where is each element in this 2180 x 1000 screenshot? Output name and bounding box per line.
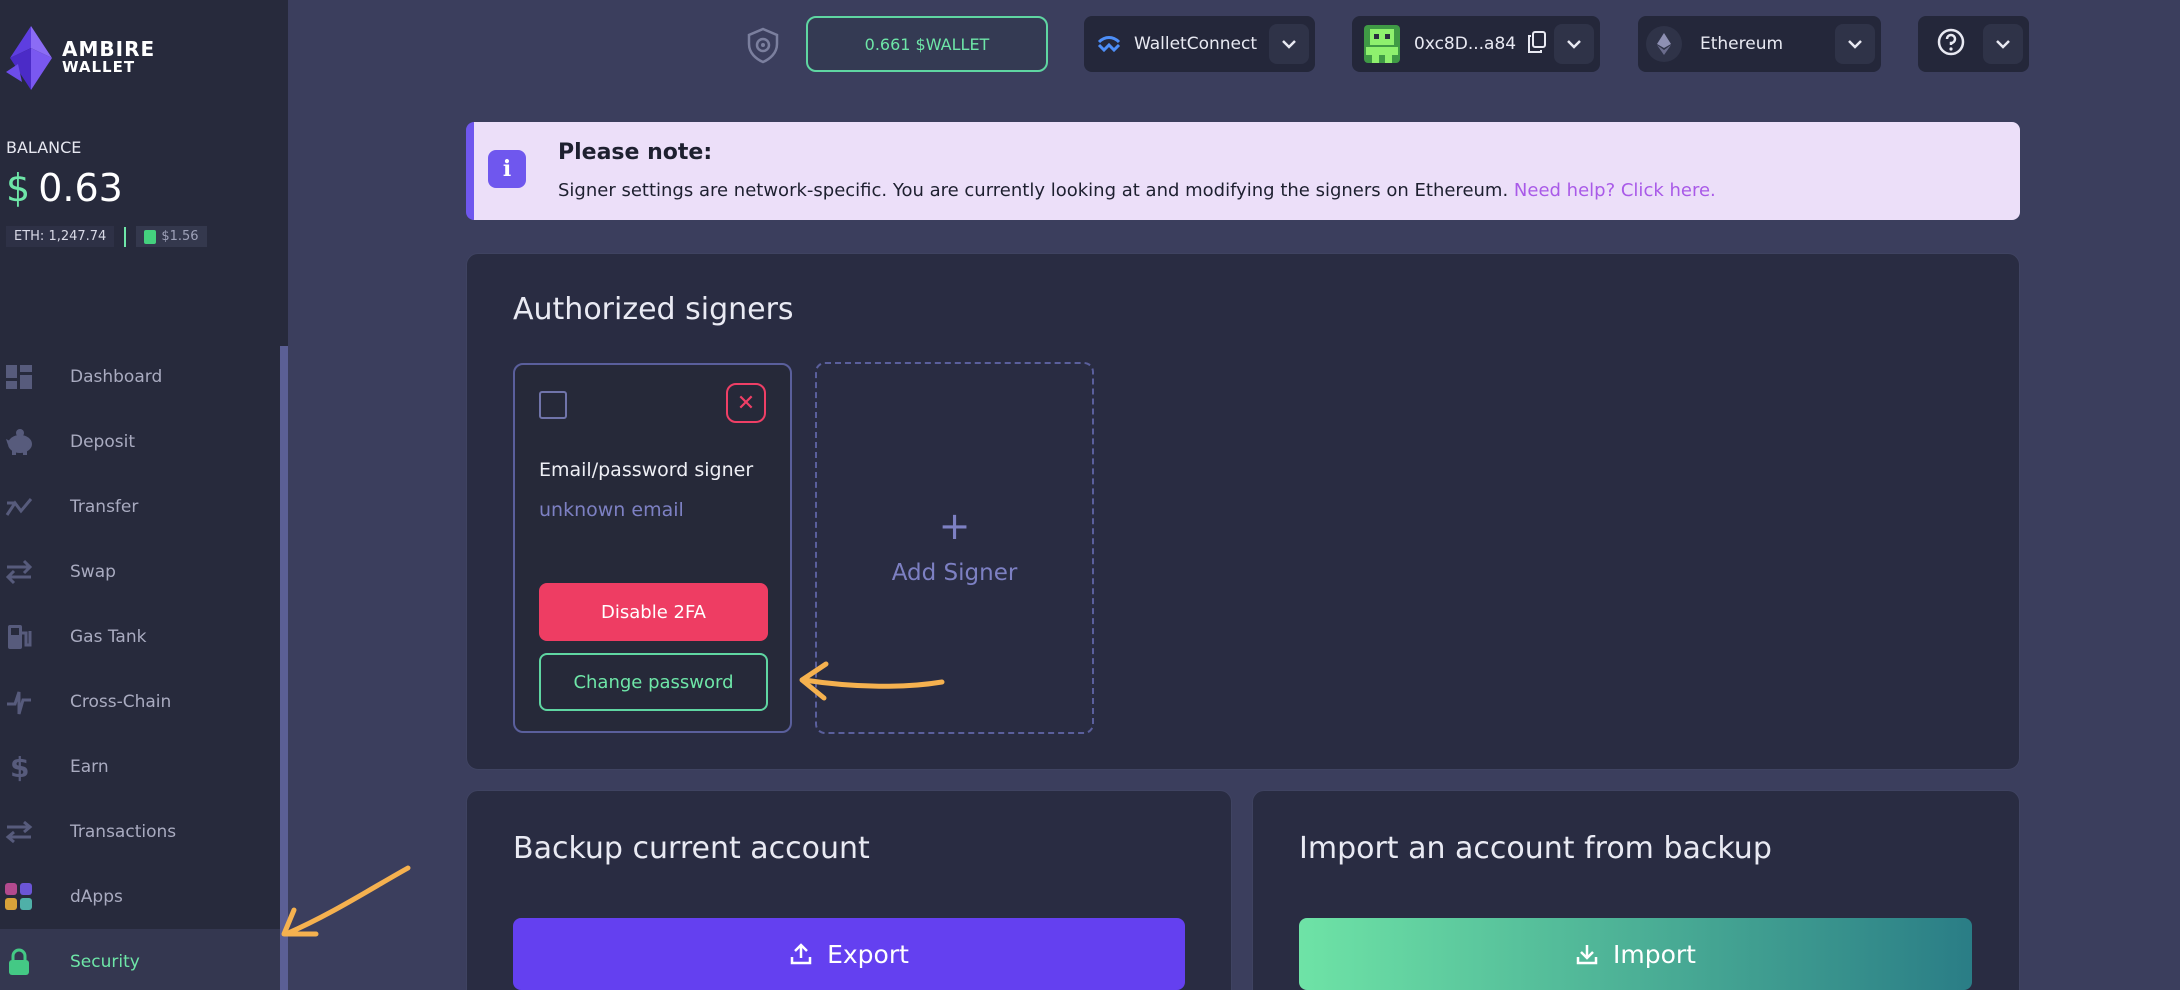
import-title: Import an account from backup [1299,831,1772,866]
sidebar-item-dapps[interactable]: dApps [0,864,280,929]
sidebar-item-label: Swap [70,561,116,582]
change-password-button[interactable]: Change password [539,653,768,711]
sidebar-item-label: Deposit [70,431,135,452]
sidebar-item-label: Security [70,951,140,972]
logo-wordmark: AMBIRE WALLET [62,37,156,76]
wallet-token-button[interactable]: 0.661 $WALLET [806,16,1048,72]
sidebar-item-transactions[interactable]: Transactions [0,799,280,864]
eth-balance-chip[interactable]: ETH: 1,247.74 [6,226,115,247]
chevron-down-icon[interactable] [1835,24,1875,64]
balance-label: BALANCE [6,138,82,157]
ethereum-icon [1646,26,1682,62]
piggy-bank-icon [4,427,34,457]
sidebar-item-label: Transfer [70,496,139,517]
signer-card: ✕ Email/password signer unknown email Di… [513,363,792,733]
download-icon [1576,945,1598,965]
chevron-down-icon[interactable] [1983,24,2023,64]
chevron-down-icon[interactable] [1554,24,1594,64]
gas-pump-icon [4,622,34,652]
help-circle-icon[interactable] [1936,27,1966,62]
apps-grid-icon [4,882,34,912]
backup-title: Backup current account [513,831,870,866]
chip-divider [124,226,127,247]
network-notice-banner: i Please note: Signer settings are netwo… [466,122,2020,220]
disable-2fa-button[interactable]: Disable 2FA [539,583,768,641]
export-button[interactable]: Export [513,918,1185,990]
balance-chips: ETH: 1,247.74 $1.56 [6,226,207,247]
sidebar-item-label: Transactions [70,821,177,842]
notice-text: Signer settings are network-specific. Yo… [558,180,1509,201]
sidebar-item-cross-chain[interactable]: Cross-Chain [0,669,280,734]
sidebar-item-label: Earn [70,756,109,777]
remove-signer-button[interactable]: ✕ [726,383,766,423]
account-address: 0xc8D...a84 [1414,34,1517,54]
sidebar-item-label: Cross-Chain [70,691,172,712]
signer-type: Email/password signer [539,459,754,481]
signer-checkbox[interactable] [539,391,567,419]
notice-text-line: Signer settings are network-specific. Yo… [558,180,1716,201]
info-icon: i [488,150,526,188]
dashboard-icon [4,362,34,392]
transactions-icon [4,817,34,847]
ambire-logo-icon [6,26,52,90]
sidebar-item-security[interactable]: Security [0,929,280,990]
cross-chain-icon [4,687,34,717]
sidebar-item-transfer[interactable]: Transfer [0,474,280,539]
balance-value: $0.63 [6,166,123,210]
swap-icon [4,557,34,587]
dollar-icon: $ [4,752,34,782]
notice-title: Please note: [558,140,713,165]
import-button[interactable]: Import [1299,918,1972,990]
gas-price-chip[interactable]: $1.56 [136,226,207,247]
lock-icon [4,947,34,977]
sidebar-item-label: dApps [70,886,123,907]
sidebar-item-dashboard[interactable]: Dashboard [0,344,280,409]
help-dropdown[interactable] [1918,16,2029,72]
walletconnect-icon [1097,36,1121,52]
chevron-down-icon[interactable] [1269,24,1309,64]
transfer-icon [4,492,34,522]
balance-amount: 0.63 [38,166,123,210]
walletconnect-label: WalletConnect [1134,34,1258,54]
sidebar-item-deposit[interactable]: Deposit [0,409,280,474]
sidebar-item-gas-tank[interactable]: Gas Tank [0,604,280,669]
upload-icon [790,943,812,965]
network-label: Ethereum [1700,34,1784,54]
svg-text:$: $ [10,752,29,782]
sidebar-nav: Dashboard Deposit Transfer Swap Gas Tank… [0,344,280,990]
annotation-arrow-security [281,865,411,937]
sidebar: AMBIRE WALLET BALANCE $0.63 ETH: 1,247.7… [0,0,288,990]
sidebar-item-label: Gas Tank [70,626,147,647]
account-dropdown[interactable]: 0xc8D...a84 [1352,16,1600,72]
help-link[interactable]: Need help? Click here. [1514,180,1716,201]
export-label: Export [827,939,909,969]
account-avatar-icon [1364,25,1400,63]
privacy-shield-icon[interactable] [744,26,782,64]
plus-icon: + [938,504,971,548]
sidebar-item-earn[interactable]: $ Earn [0,734,280,799]
network-dropdown[interactable]: Ethereum [1638,16,1881,72]
sidebar-item-swap[interactable]: Swap [0,539,280,604]
balance-currency: $ [6,166,31,210]
gas-pump-icon [144,229,157,244]
signers-title: Authorized signers [513,292,794,327]
copy-icon[interactable] [1528,30,1547,58]
add-signer-label: Add Signer [891,560,1018,586]
app-window: AMBIRE WALLET BALANCE $0.63 ETH: 1,247.7… [0,0,2180,990]
walletconnect-dropdown[interactable]: WalletConnect [1084,16,1315,72]
logo-line1: AMBIRE [62,37,156,61]
gas-price-value: $1.56 [161,229,199,244]
ambire-logo[interactable]: AMBIRE WALLET [4,24,155,92]
close-icon: ✕ [736,390,756,416]
import-label: Import [1613,939,1696,969]
signer-email: unknown email [539,499,684,521]
annotation-arrow-change-password [799,661,945,701]
sidebar-item-label: Dashboard [70,366,163,387]
